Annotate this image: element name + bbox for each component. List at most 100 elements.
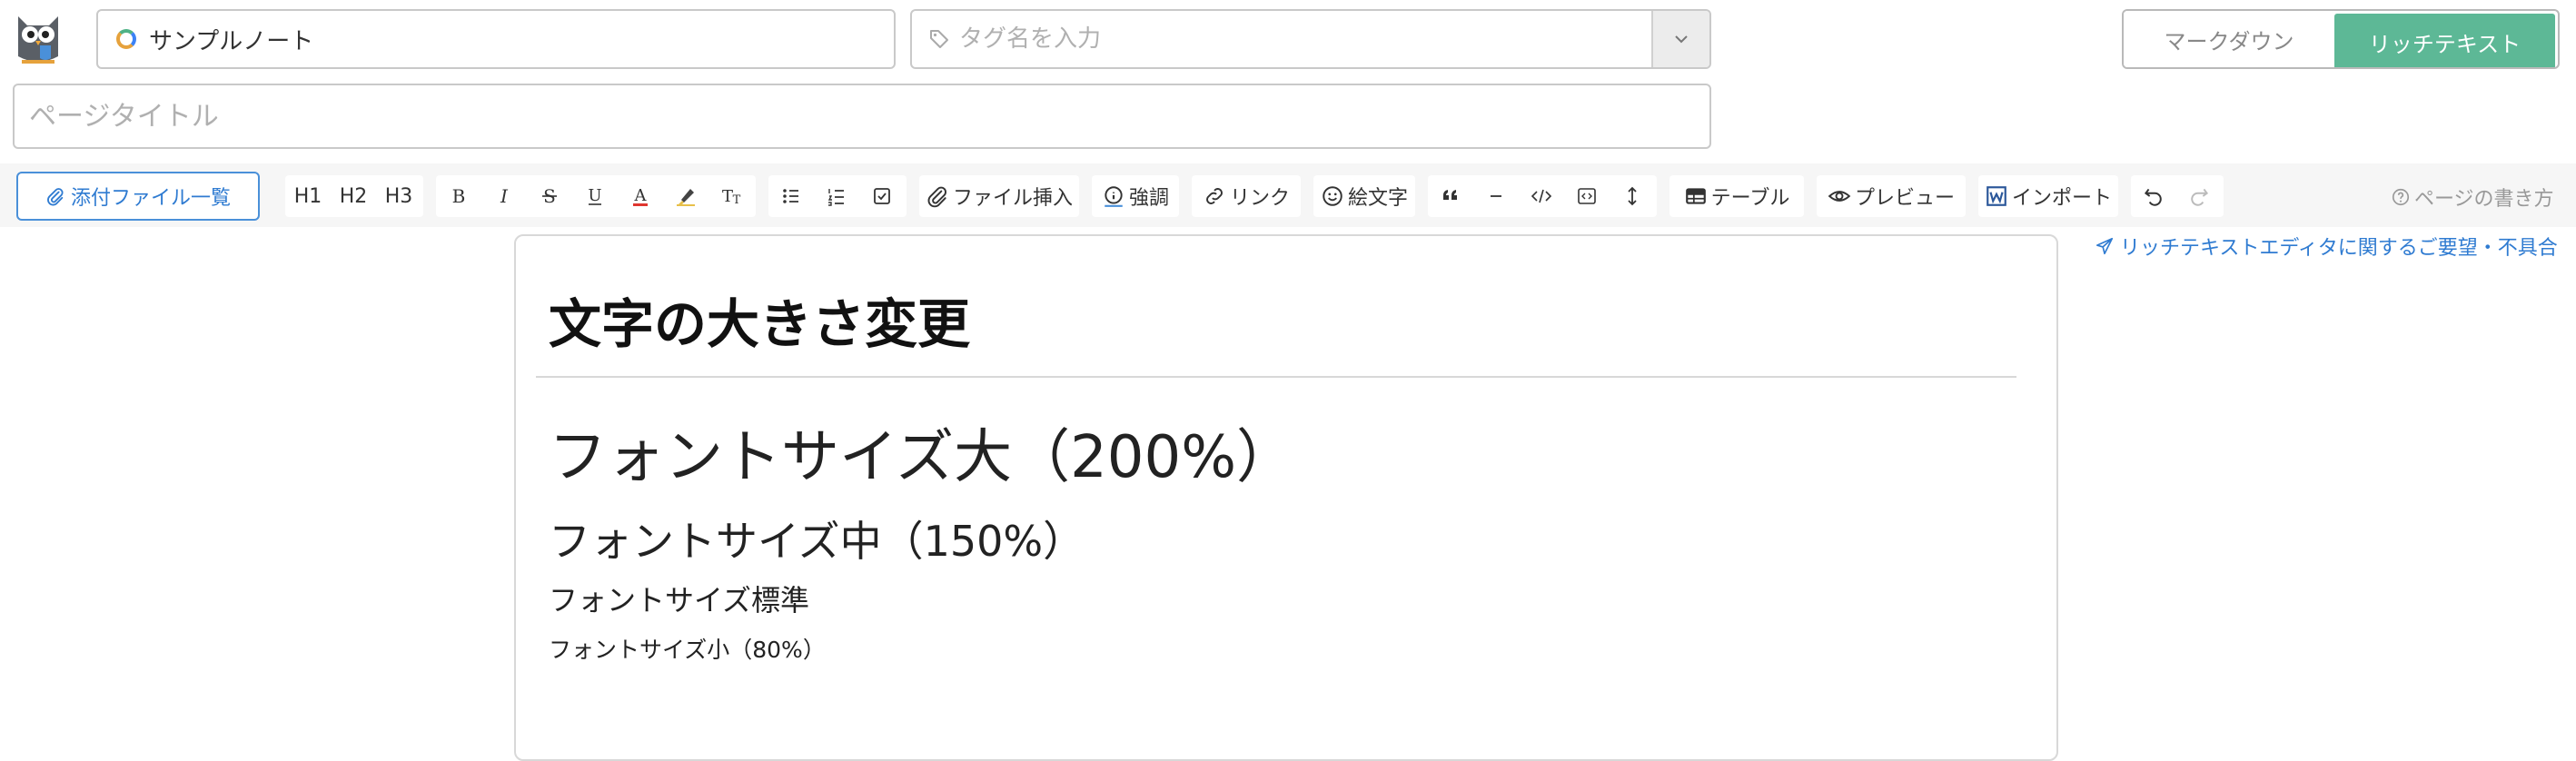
note-color-icon — [116, 29, 136, 49]
smile-icon — [1323, 186, 1342, 206]
history-group — [2131, 175, 2224, 217]
horizontal-rule-icon — [1491, 195, 1501, 197]
emphasis-label: 強調 — [1128, 187, 1169, 210]
line-height-button[interactable] — [1610, 175, 1655, 217]
preview-label: プレビュー — [1854, 187, 1955, 210]
tag-input[interactable] — [957, 11, 1651, 67]
tag-icon — [930, 30, 948, 48]
emphasis-button[interactable]: 強調 — [1102, 175, 1169, 217]
insert-file-group: ファイル挿入 — [919, 175, 1079, 217]
code-icon — [1531, 189, 1552, 203]
redo-button[interactable] — [2176, 175, 2222, 217]
text-line-large: フォントサイズ大（200%） — [549, 424, 1295, 491]
numbered-list-icon — [827, 189, 844, 206]
italic-button[interactable]: I — [481, 175, 527, 217]
quote-button[interactable] — [1428, 175, 1473, 217]
link-icon — [1206, 188, 1223, 204]
document-heading: 文字の大きさ変更 — [549, 293, 971, 355]
code-button[interactable] — [1519, 175, 1564, 217]
help-icon — [2392, 188, 2410, 206]
insert-file-button[interactable]: ファイル挿入 — [926, 175, 1073, 217]
paperclip-icon — [927, 186, 946, 208]
mode-richtext-button[interactable]: リッチテキスト — [2334, 14, 2555, 67]
paperclip-icon — [47, 188, 64, 206]
table-button[interactable]: テーブル — [1684, 175, 1790, 217]
page-title-field[interactable] — [13, 84, 1711, 149]
table-icon — [1685, 188, 1706, 204]
block-group — [1428, 175, 1657, 217]
font-color-icon: A — [633, 186, 648, 206]
highlight-button[interactable] — [663, 175, 708, 217]
checklist-button[interactable] — [859, 175, 905, 217]
note-selector[interactable]: サンプルノート — [96, 9, 896, 69]
h3-button[interactable]: H3 — [376, 175, 421, 217]
feedback-link[interactable]: リッチテキストエディタに関するご要望・不具合 — [2095, 231, 2563, 262]
mode-markdown-button[interactable]: マークダウン — [2124, 11, 2334, 67]
emoji-button[interactable]: 絵文字 — [1321, 175, 1408, 217]
editor-mode-switch: マークダウン リッチテキスト — [2122, 9, 2560, 69]
underline-button[interactable]: U — [572, 175, 618, 217]
clear-format-icon: TT — [722, 187, 741, 207]
h1-button[interactable]: H1 — [285, 175, 331, 217]
emoji-label: 絵文字 — [1347, 187, 1408, 210]
emphasis-group: 強調 — [1092, 175, 1179, 217]
svg-text:U: U — [588, 186, 601, 205]
svg-text:I: I — [500, 185, 509, 207]
app-logo — [9, 11, 67, 69]
undo-icon — [2144, 188, 2162, 206]
table-label: テーブル — [1710, 187, 1790, 210]
line-height-icon — [1628, 186, 1637, 206]
checklist-icon — [874, 188, 890, 204]
italic-icon: I — [500, 185, 509, 207]
redo-icon — [2191, 188, 2209, 206]
attachments-label: 添付ファイル一覧 — [70, 187, 231, 210]
text-line-medium: フォントサイズ中（150%） — [549, 517, 1085, 566]
info-icon — [1105, 186, 1123, 207]
bold-icon: B — [452, 185, 466, 207]
svg-text:A: A — [634, 186, 648, 205]
import-group: インポート — [1978, 175, 2118, 217]
h2-button[interactable]: H2 — [331, 175, 376, 217]
send-icon — [2095, 237, 2114, 255]
bold-button[interactable]: B — [436, 175, 481, 217]
font-color-button[interactable]: A — [618, 175, 663, 217]
svg-text:T: T — [722, 187, 733, 206]
bullet-list-button[interactable] — [768, 175, 814, 217]
help-link[interactable]: ページの書き方 — [2391, 182, 2569, 212]
word-icon — [1986, 186, 2006, 206]
note-selector-label: サンプルノート — [149, 27, 314, 55]
emoji-group: 絵文字 — [1313, 175, 1415, 217]
heading-divider — [536, 376, 2016, 378]
code-block-icon — [1578, 188, 1596, 204]
heading-group: H1 H2 H3 — [285, 175, 423, 217]
import-label: インポート — [2011, 187, 2112, 210]
horizontal-rule-button[interactable] — [1473, 175, 1519, 217]
svg-text:T: T — [733, 193, 741, 207]
quote-icon — [1443, 190, 1457, 200]
format-group: B I S U A TT — [436, 175, 756, 217]
link-group: リンク — [1192, 175, 1301, 217]
strikethrough-button[interactable]: S — [527, 175, 572, 217]
text-line-normal: フォントサイズ標準 — [549, 583, 810, 618]
svg-text:B: B — [452, 185, 466, 207]
feedback-label: リッチテキストエディタに関するご要望・不具合 — [2120, 237, 2558, 260]
attachments-button[interactable]: 添付ファイル一覧 — [16, 172, 260, 221]
bullet-list-icon — [783, 189, 798, 203]
link-button[interactable]: リンク — [1203, 175, 1290, 217]
page-title-input[interactable] — [15, 85, 1709, 147]
undo-button[interactable] — [2131, 175, 2176, 217]
highlight-icon — [677, 189, 695, 206]
strikethrough-icon: S — [542, 185, 557, 207]
import-button[interactable]: インポート — [1985, 175, 2112, 217]
clear-format-button[interactable]: TT — [708, 175, 754, 217]
underline-icon: U — [588, 186, 601, 205]
insert-file-label: ファイル挿入 — [952, 187, 1073, 210]
preview-button[interactable]: プレビュー — [1828, 175, 1955, 217]
preview-group: プレビュー — [1817, 175, 1966, 217]
code-block-button[interactable] — [1564, 175, 1610, 217]
numbered-list-button[interactable] — [814, 175, 859, 217]
table-group: テーブル — [1669, 175, 1804, 217]
tag-dropdown-button[interactable] — [1651, 11, 1709, 67]
eye-icon — [1828, 191, 1851, 202]
tag-field[interactable] — [910, 9, 1711, 69]
